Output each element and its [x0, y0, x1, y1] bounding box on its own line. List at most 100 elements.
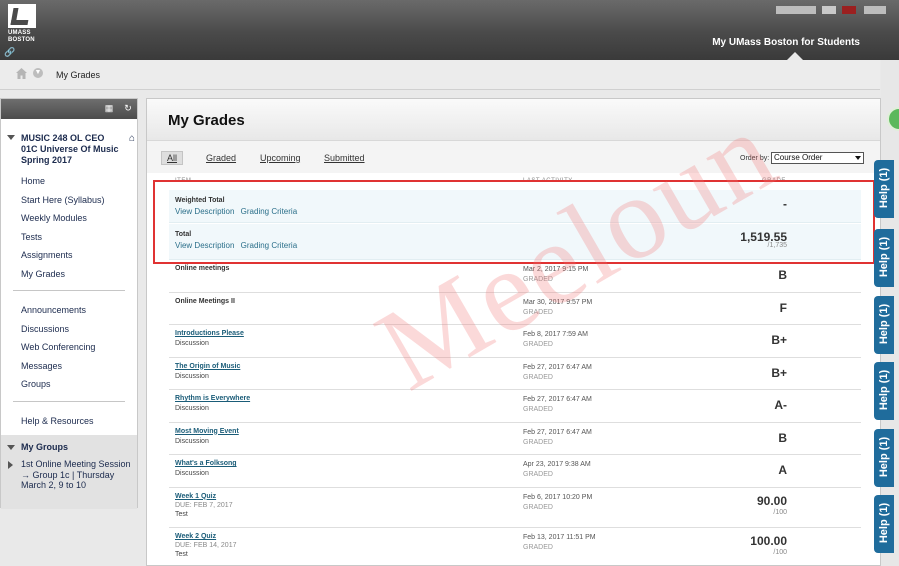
tab-my-umass-boston[interactable]: My UMass Boston for Students	[712, 37, 860, 48]
grade-value: B+	[771, 365, 787, 380]
filter-all[interactable]: All	[161, 151, 184, 165]
total-links: View Description Grading Criteria	[175, 241, 301, 250]
logo-mark-icon	[8, 4, 36, 28]
grade-filter-bar: All Graded Upcoming Submitted Order by: …	[147, 141, 880, 173]
last-activity-date: Feb 27, 2017 6:47 AM	[523, 363, 592, 371]
grade-item-category: Discussion	[175, 470, 209, 477]
view-description-link[interactable]: View Description	[175, 207, 234, 216]
grade-row[interactable]: Week 1 Quiz DUE: FEB 7, 2017 Test Feb 6,…	[169, 488, 861, 528]
grade-status: GRADED	[523, 341, 553, 348]
menu-item-tests[interactable]: Tests	[1, 228, 137, 247]
grade-row[interactable]: Rhythm is Everywhere Discussion Feb 27, …	[169, 390, 861, 423]
umass-boston-logo[interactable]: UMASS BOSTON	[8, 4, 38, 50]
grade-row[interactable]: Online Meetings II Mar 30, 2017 9:57 PM …	[169, 293, 861, 325]
help-tab[interactable]: Help (1)	[874, 229, 894, 287]
grade-row[interactable]: Most Moving Event Discussion Feb 27, 201…	[169, 423, 861, 455]
last-activity-date: Feb 13, 2017 11:51 PM	[523, 534, 596, 541]
notification-badge[interactable]	[842, 6, 856, 14]
home-icon[interactable]	[16, 68, 27, 79]
grading-criteria-link[interactable]: Grading Criteria	[241, 207, 297, 216]
menu-item-discussions[interactable]: Discussions	[1, 320, 137, 339]
grade-item-due-date: DUE: FEB 7, 2017	[175, 501, 233, 509]
menu-item-groups[interactable]: Groups	[1, 375, 137, 394]
help-tab[interactable]: Help (1)	[874, 429, 894, 487]
grade-item-link[interactable]: Week 1 Quiz	[175, 493, 216, 500]
menu-item-web-conferencing[interactable]: Web Conferencing	[1, 338, 137, 357]
grade-row[interactable]: What's a Folksong Discussion Apr 23, 201…	[169, 455, 861, 488]
logo-text: UMASS BOSTON	[8, 30, 35, 43]
grade-possible: /100	[773, 549, 787, 556]
total-grade: -	[783, 197, 787, 211]
order-by-label: Order by:	[740, 155, 770, 162]
grade-item-due-date: DUE: FEB 14, 2017	[175, 542, 237, 549]
grade-status: GRADED	[523, 471, 553, 478]
help-tab[interactable]: Help (1)	[874, 160, 894, 218]
filter-graded[interactable]: Graded	[206, 153, 236, 163]
filter-upcoming[interactable]: Upcoming	[260, 153, 301, 163]
grade-item-link[interactable]: What's a Folksong	[175, 460, 237, 467]
last-activity-date: Feb 8, 2017 7:59 AM	[523, 331, 588, 338]
my-groups-header[interactable]: My Groups	[1, 435, 137, 459]
grade-item-link[interactable]: Rhythm is Everywhere	[175, 395, 250, 402]
folder-view-icon[interactable]: ▦	[103, 103, 115, 114]
collapse-triangle-icon[interactable]	[7, 135, 15, 140]
collapse-triangle-icon[interactable]	[7, 445, 15, 450]
total-row: Total View Description Grading Criteria …	[169, 224, 861, 260]
course-menu-list-help: Help & Resources	[1, 412, 137, 431]
help-tab[interactable]: Help (1)	[874, 296, 894, 354]
weighted-total-row: Weighted Total View Description Grading …	[169, 190, 861, 223]
chevron-down-icon[interactable]: ▼	[33, 68, 43, 78]
user-info-blurred	[776, 6, 816, 14]
grade-item-link[interactable]: Introductions Please	[175, 330, 244, 337]
menu-item-help-resources[interactable]: Help & Resources	[1, 412, 137, 431]
grade-row[interactable]: The Origin of Music Discussion Feb 27, 2…	[169, 358, 861, 390]
menu-item-weekly-modules[interactable]: Weekly Modules	[1, 209, 137, 228]
refresh-icon[interactable]: ↻	[122, 103, 134, 114]
filter-submitted[interactable]: Submitted	[324, 153, 365, 163]
view-description-link[interactable]: View Description	[175, 241, 234, 250]
grade-item-link[interactable]: Week 2 Quiz	[175, 533, 216, 540]
last-activity-date: Feb 6, 2017 10:20 PM	[523, 493, 593, 501]
grade-value: 100.00	[750, 534, 787, 548]
grade-row[interactable]: Week 2 Quiz DUE: FEB 14, 2017 Test Feb 1…	[169, 528, 861, 565]
help-tab[interactable]: Help (1)	[874, 495, 894, 553]
menu-item-assignments[interactable]: Assignments	[1, 246, 137, 265]
expand-triangle-icon[interactable]	[8, 461, 13, 469]
menu-item-messages[interactable]: Messages	[1, 357, 137, 376]
grade-item-title: Online Meetings II	[175, 297, 235, 305]
grade-value: F	[779, 300, 787, 315]
grade-item-category: Test	[175, 510, 188, 518]
grade-status: GRADED	[523, 308, 553, 316]
last-activity-date: Apr 23, 2017 9:38 AM	[523, 461, 591, 468]
home-pin-icon[interactable]: ⌂	[129, 133, 135, 144]
help-tab[interactable]: Help (1)	[874, 362, 894, 420]
grade-value: A	[778, 463, 787, 477]
link-icon[interactable]: 🔗	[4, 47, 15, 58]
grade-row[interactable]: Introductions Please Discussion Feb 8, 2…	[169, 325, 861, 358]
menu-item-home[interactable]: Home	[1, 172, 137, 191]
order-by-select[interactable]: Course Order	[771, 152, 864, 164]
total-possible: /1,735	[767, 242, 787, 249]
menu-item-announcements[interactable]: Announcements	[1, 301, 137, 320]
user-info-blurred	[822, 6, 836, 14]
grade-item-category: Discussion	[175, 372, 209, 380]
grade-item-link[interactable]: Most Moving Event	[175, 428, 239, 435]
course-menu-list-tools: Announcements Discussions Web Conferenci…	[1, 301, 137, 394]
top-header: UMASS BOSTON 🔗 My UMass Boston for Stude…	[0, 0, 899, 60]
course-menu-list: Home Start Here (Syllabus) Weekly Module…	[1, 172, 137, 283]
grade-row[interactable]: Online meetings Mar 2, 2017 9:15 PM GRAD…	[169, 260, 861, 293]
menu-item-my-grades[interactable]: My Grades	[1, 265, 137, 284]
grade-value: B	[778, 268, 787, 282]
menu-item-start-here[interactable]: Start Here (Syllabus)	[1, 191, 137, 210]
group-link[interactable]: 1st Online Meeting Session → Group 1c | …	[1, 459, 137, 491]
grade-item-link[interactable]: The Origin of Music	[175, 363, 240, 370]
grade-status: GRADED	[523, 544, 553, 551]
breadcrumb-bar: ▼ My Grades	[0, 60, 880, 90]
grading-criteria-link[interactable]: Grading Criteria	[241, 241, 297, 250]
course-menu-toolbar: ▦ ↻	[1, 99, 137, 119]
total-label: Weighted Total	[175, 197, 225, 204]
grade-item-title: Online meetings	[175, 265, 230, 272]
user-menu-blurred[interactable]	[864, 6, 886, 14]
course-title[interactable]: MUSIC 248 OL CEO 01C Universe Of Music S…	[1, 119, 137, 166]
grade-status: GRADED	[523, 406, 553, 413]
